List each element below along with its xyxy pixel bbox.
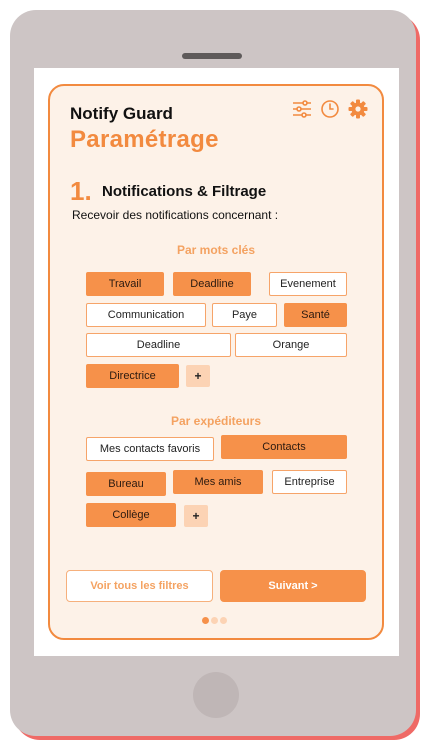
speaker-grille: [182, 53, 242, 59]
page-dot-active: [202, 617, 209, 624]
senders-section-title: Par expéditeurs: [170, 414, 262, 428]
keyword-chip-directrice[interactable]: Directrice: [86, 364, 179, 388]
sender-chip-mes-contacts-favoris[interactable]: Mes contacts favoris: [86, 437, 214, 461]
step-title: Notifications & Filtrage: [102, 183, 267, 200]
sender-chip-college[interactable]: Collège: [86, 503, 176, 527]
keyword-chip-communication[interactable]: Communication: [86, 303, 206, 327]
view-all-filters-button[interactable]: Voir tous les filtres: [66, 570, 213, 602]
add-sender-button[interactable]: +: [184, 505, 208, 527]
gear-icon[interactable]: [348, 99, 368, 119]
sender-chip-contacts[interactable]: Contacts: [221, 435, 347, 459]
keyword-chip-deadline-2[interactable]: Deadline: [86, 333, 231, 357]
keyword-chip-evenement[interactable]: Evenement: [269, 272, 347, 296]
add-keyword-button[interactable]: +: [186, 365, 210, 387]
keyword-chip-deadline[interactable]: Deadline: [173, 272, 251, 296]
sender-chip-bureau[interactable]: Bureau: [86, 472, 166, 496]
sender-chip-entreprise[interactable]: Entreprise: [272, 470, 347, 494]
step-number: 1.: [70, 176, 92, 206]
app-name: Notify Guard: [70, 104, 173, 123]
keyword-chip-orange[interactable]: Orange: [235, 333, 347, 357]
sliders-icon[interactable]: [292, 99, 312, 119]
keywords-section-title: Par mots clés: [176, 243, 256, 257]
keyword-chip-sante[interactable]: Santé: [284, 303, 347, 327]
home-button[interactable]: [193, 672, 239, 718]
settings-card: Notify Guard Paramétrage 1. Notification…: [48, 84, 384, 640]
page-title: Paramétrage: [70, 126, 219, 153]
keyword-chip-paye[interactable]: Paye: [212, 303, 277, 327]
step-subtitle: Recevoir des notifications concernant :: [72, 208, 279, 222]
page-dot: [211, 617, 218, 624]
keyword-chip-travail[interactable]: Travail: [86, 272, 164, 296]
clock-icon[interactable]: [320, 99, 340, 119]
next-button[interactable]: Suivant >: [220, 570, 366, 602]
sender-chip-mes-amis[interactable]: Mes amis: [173, 470, 263, 494]
page-dot: [220, 617, 227, 624]
